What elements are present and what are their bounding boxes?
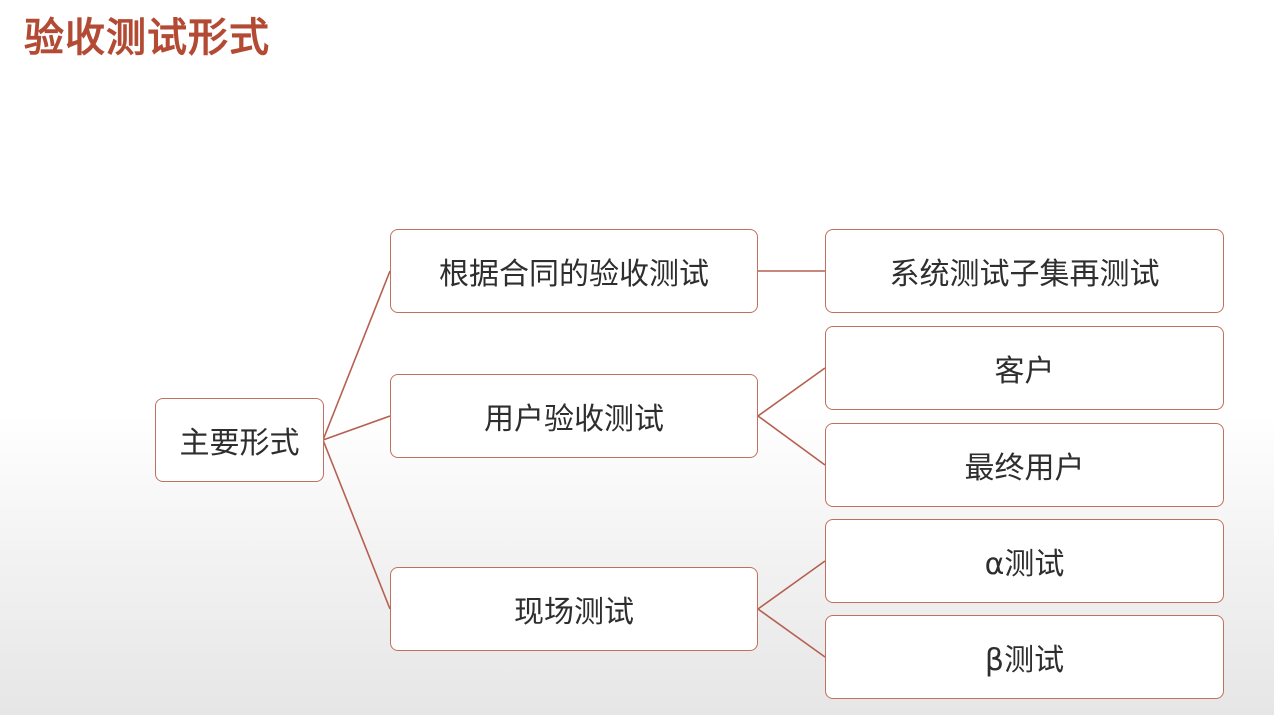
branch-node-contract-acceptance: 根据合同的验收测试 (390, 229, 758, 313)
leaf-node-alpha-test: α测试 (825, 519, 1224, 603)
branch-node-label: 根据合同的验收测试 (439, 257, 709, 292)
branch-node-label: 现场测试 (514, 595, 634, 630)
leaf-node-label: β测试 (984, 643, 1065, 678)
leaf-node-customer: 客户 (825, 326, 1224, 410)
connector-root-branch-2 (322, 415, 391, 441)
root-node: 主要形式 (155, 398, 324, 482)
leaf-node-label: 客户 (994, 354, 1055, 389)
branch-node-field-test: 现场测试 (390, 567, 758, 651)
root-node-label: 主要形式 (179, 426, 300, 461)
leaf-node-label: 系统测试子集再测试 (889, 257, 1160, 292)
leaf-node-label: α测试 (984, 547, 1065, 582)
connector-root-branch-3 (322, 439, 391, 610)
connector-root-branch-1 (322, 270, 391, 441)
leaf-node-end-user: 最终用户 (825, 423, 1224, 507)
connector-branch-2-child-1 (757, 367, 826, 417)
leaf-node-beta-test: β测试 (825, 615, 1224, 699)
connector-branch-2-child-2 (757, 415, 826, 466)
leaf-node-label: 最终用户 (964, 451, 1085, 486)
branch-node-user-acceptance: 用户验收测试 (390, 374, 758, 458)
connector-branch-3-child-2 (757, 608, 826, 658)
branch-node-label: 用户验收测试 (484, 402, 664, 437)
leaf-node-system-subset-retest: 系统测试子集再测试 (825, 229, 1224, 313)
connector-branch-3-child-1 (757, 560, 826, 610)
